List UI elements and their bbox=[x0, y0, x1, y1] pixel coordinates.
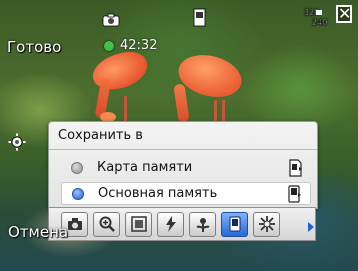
save-location-button[interactable] bbox=[221, 211, 248, 237]
settings-icon[interactable] bbox=[8, 133, 26, 151]
option-main-memory[interactable]: Основная память bbox=[61, 182, 311, 205]
brightness-icon bbox=[258, 216, 275, 232]
macro-flower-icon bbox=[196, 218, 209, 232]
save-location-popup: Сохранить в Карта памяти Основная память bbox=[48, 121, 318, 209]
option-memory-card-label: Карта памяти bbox=[97, 160, 193, 175]
timer-text: 42:32 bbox=[120, 38, 158, 53]
camera-mode-icon bbox=[102, 12, 120, 27]
option-memory-card[interactable]: Карта памяти bbox=[61, 156, 311, 179]
camera-icon bbox=[67, 218, 82, 230]
camera-toolbar bbox=[48, 207, 316, 241]
toolbar-scroll-right-icon[interactable] bbox=[308, 222, 314, 232]
flamingo-left bbox=[88, 46, 152, 96]
status-ready-label: Готово bbox=[7, 38, 62, 56]
storage-card-icon bbox=[193, 8, 207, 28]
brightness-button[interactable] bbox=[253, 211, 280, 237]
popup-title: Сохранить в bbox=[58, 128, 143, 143]
frame-button[interactable] bbox=[125, 211, 152, 237]
memory-card-icon bbox=[289, 158, 303, 177]
macro-button[interactable] bbox=[189, 211, 216, 237]
option-main-memory-label: Основная память bbox=[98, 186, 218, 201]
frame-icon bbox=[130, 216, 147, 232]
zoom-button[interactable] bbox=[93, 211, 120, 237]
close-button[interactable]: ✕ bbox=[336, 5, 352, 23]
flash-icon bbox=[165, 216, 176, 232]
flash-button[interactable] bbox=[157, 211, 184, 237]
resolution-height: 240 bbox=[312, 18, 327, 27]
popup-divider bbox=[49, 149, 317, 150]
zoom-icon bbox=[99, 216, 115, 232]
device-memory-icon bbox=[288, 184, 302, 203]
ready-indicator-dot bbox=[104, 40, 114, 51]
radio-main-memory[interactable] bbox=[72, 187, 84, 200]
save-location-icon bbox=[229, 216, 240, 232]
flamingo-right-neck bbox=[173, 83, 190, 123]
cancel-softkey[interactable]: Отмена bbox=[8, 223, 68, 241]
recording-timer: 42:32 bbox=[104, 38, 157, 53]
resolution-icon: 320 240 bbox=[303, 6, 329, 28]
radio-memory-card[interactable] bbox=[71, 161, 83, 174]
